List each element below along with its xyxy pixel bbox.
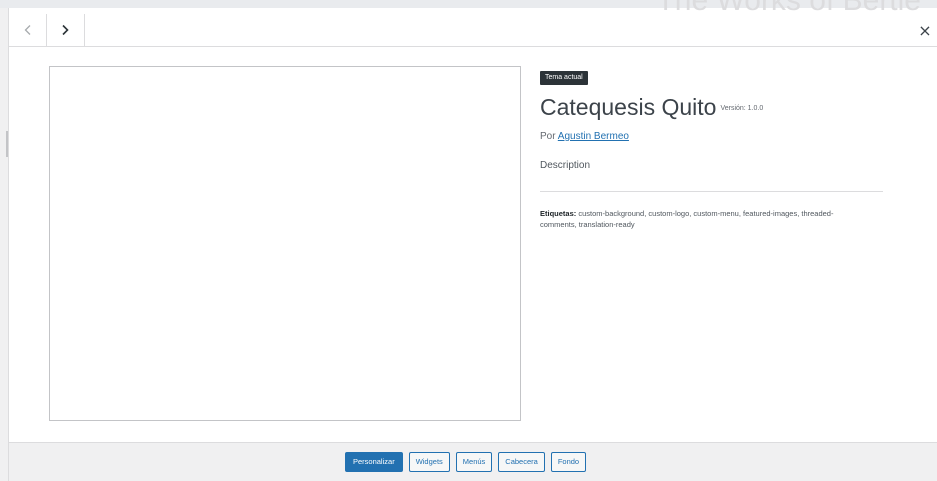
author-link[interactable]: Agustin Bermeo: [558, 131, 629, 142]
customize-button[interactable]: Personalizar: [345, 452, 403, 472]
menus-button[interactable]: Menús: [455, 452, 493, 472]
author-prefix: Por: [540, 130, 556, 142]
theme-actions-bar: Personalizar Widgets Menús Cabecera Fond…: [9, 442, 937, 481]
theme-description: Description: [540, 159, 591, 171]
current-theme-badge: Tema actual: [540, 71, 588, 85]
widgets-button[interactable]: Widgets: [408, 452, 450, 472]
theme-actions: Personalizar Widgets Menús Cabecera Fond…: [345, 452, 587, 472]
theme-header: ×: [9, 14, 937, 47]
header-button[interactable]: Cabecera: [498, 452, 545, 472]
background-sidebar-edge: [0, 8, 9, 481]
tags-label: Etiquetas:: [540, 208, 577, 218]
theme-info: Tema actual Catequesis Quito Versión: 1.0…: [540, 66, 885, 230]
theme-version: Versión: 1.0.0: [720, 104, 764, 112]
tags-list: custom-background, custom-logo, custom-m…: [540, 208, 834, 229]
theme-name: Catequesis Quito: [540, 94, 717, 120]
close-icon: ×: [918, 20, 932, 40]
background-button[interactable]: Fondo: [550, 452, 587, 472]
sidebar-edge-mark: [6, 131, 8, 157]
theme-screenshot: [49, 66, 521, 421]
chevron-left-icon: [24, 25, 30, 35]
previous-theme-button[interactable]: [9, 14, 47, 46]
theme-name-heading: Catequesis Quito Versión: 1.0.0: [540, 93, 885, 123]
chevron-right-icon: [62, 24, 69, 36]
info-divider: [540, 190, 883, 192]
next-theme-button[interactable]: [46, 14, 85, 46]
theme-details-screen: The Works of Bertie × Tema actual Catequ…: [0, 0, 937, 481]
close-button[interactable]: ×: [913, 14, 937, 46]
theme-tags: Etiquetas: custom-background, custom-log…: [540, 208, 870, 230]
theme-author: Por Agustin Bermeo: [540, 131, 885, 142]
theme-overlay: × Tema actual Catequesis Quito Versión: 1…: [9, 14, 937, 481]
